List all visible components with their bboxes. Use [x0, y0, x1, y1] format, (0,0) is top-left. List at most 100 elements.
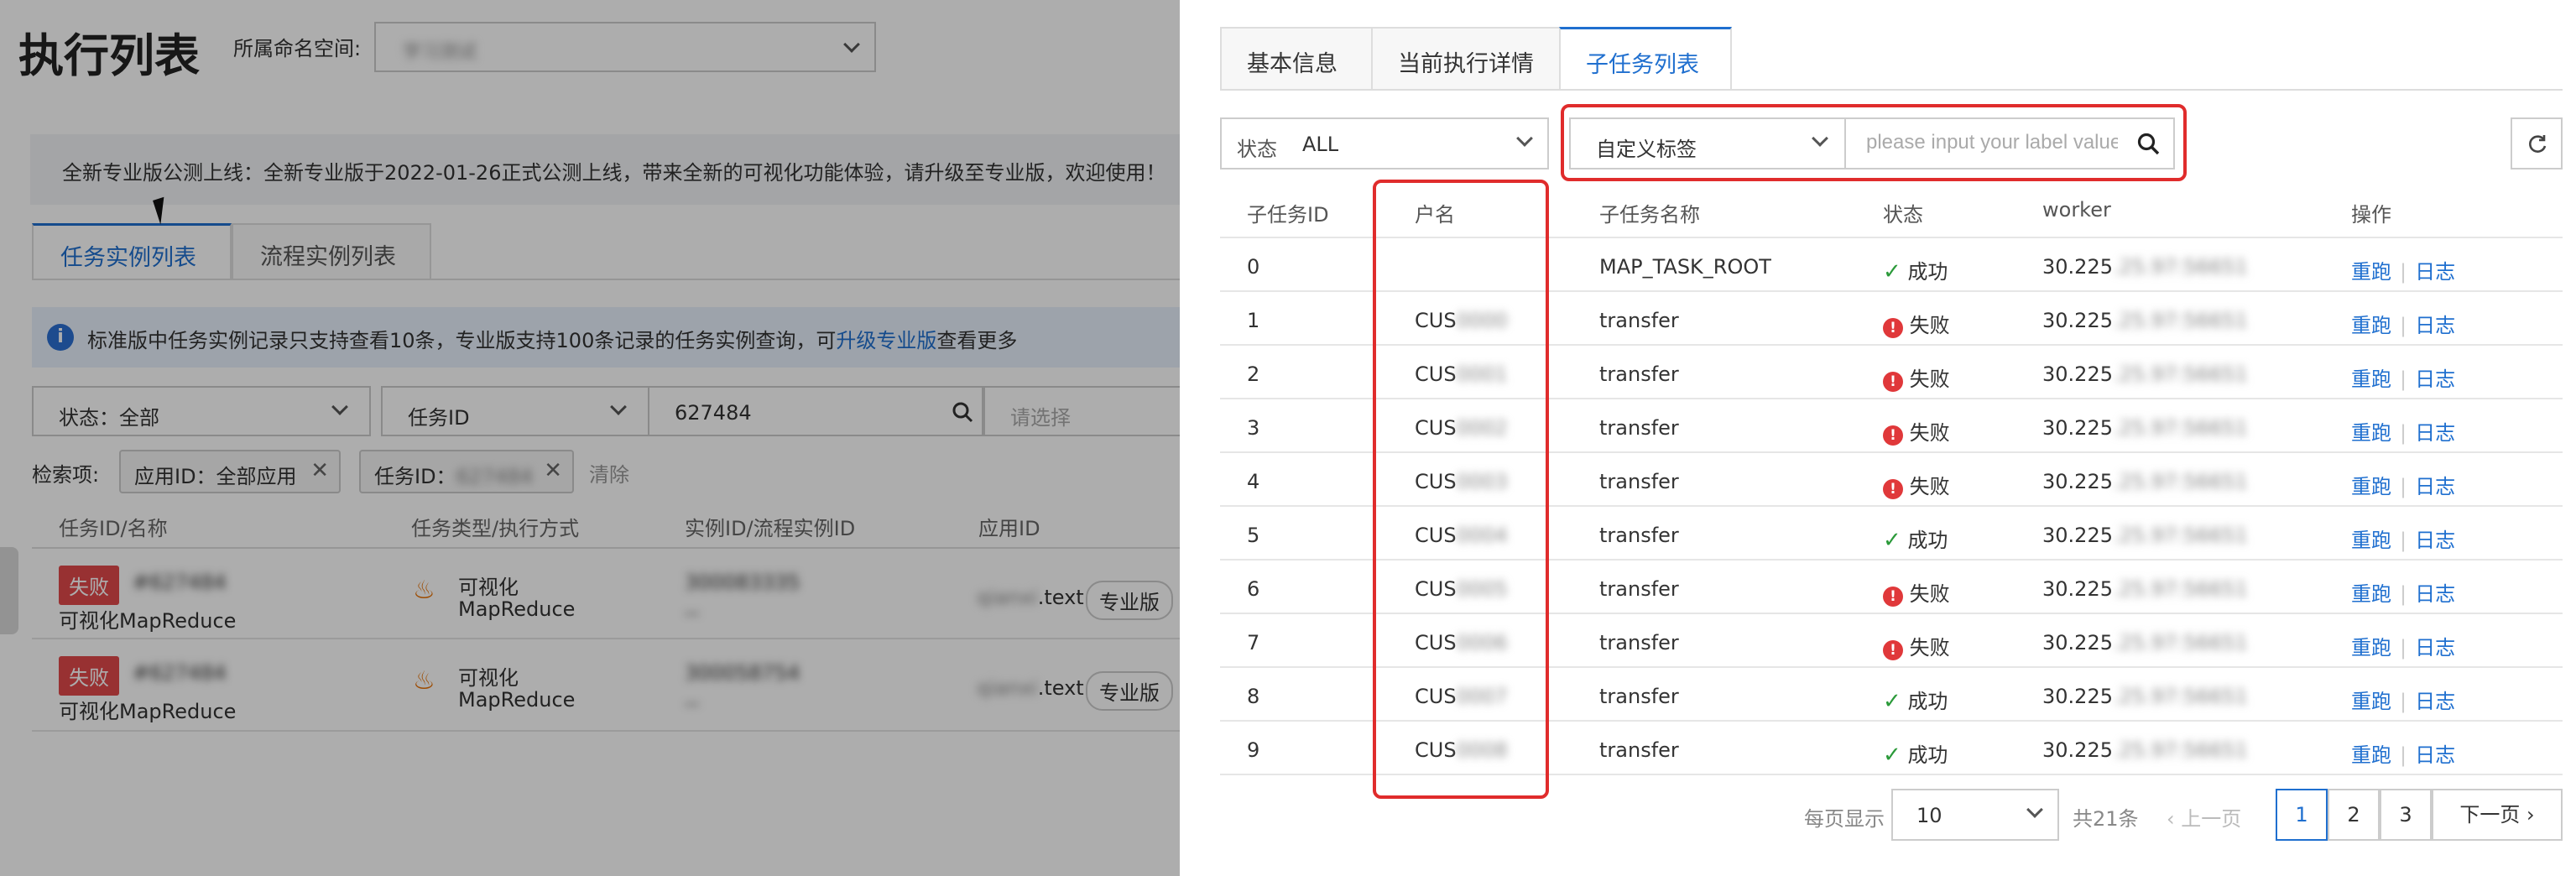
actions-cell: 重跑 | 日志 [2351, 738, 2455, 768]
username-masked: 0001 [1456, 362, 1508, 386]
worker-masked: .25.97:56651 [2112, 309, 2248, 332]
rerun-link[interactable]: 重跑 [2351, 743, 2391, 767]
log-link[interactable]: 日志 [2415, 421, 2455, 445]
select-filter[interactable]: 请选择 [983, 386, 1180, 436]
worker-prefix: 30.225 [2042, 685, 2113, 708]
worker: 30.225.25.97:56651 [2042, 631, 2248, 654]
task-id[interactable]: #627484 [133, 571, 227, 594]
chevron-down-icon [843, 36, 860, 53]
label-value-input[interactable] [1844, 117, 2175, 169]
rerun-link[interactable]: 重跑 [2351, 260, 2391, 284]
error-icon: ! [1883, 318, 1903, 338]
tab-flow-instances[interactable]: 流程实例列表 [232, 223, 431, 280]
username-masked: 0002 [1456, 416, 1508, 440]
actions-cell: 重跑 | 日志 [2351, 416, 2455, 446]
status-filter[interactable]: 状态：全部 [32, 386, 371, 436]
flow-instance-id: -- [685, 601, 700, 624]
username-prefix: CUS [1415, 309, 1457, 332]
subtask-name: transfer [1599, 362, 1679, 386]
subtask-name: transfer [1599, 524, 1679, 547]
close-icon[interactable]: ✕ [310, 458, 329, 483]
worker-masked: .25.97:56651 [2112, 738, 2248, 762]
username-prefix: CUS [1415, 738, 1457, 762]
table-row: 2 CUS0001 transfer! 失败 30.225.25.97:56651 重跑… [1220, 346, 2563, 399]
prev-page-button[interactable]: ‹ 上一页 [2167, 802, 2241, 832]
worker-prefix: 30.225 [2042, 631, 2113, 654]
username-prefix: CUS [1415, 685, 1457, 708]
status-filter-value: 状态：全部 [59, 406, 159, 430]
status-text: 成功 [1907, 260, 1948, 284]
rerun-link[interactable]: 重跑 [2351, 368, 2391, 391]
rerun-link[interactable]: 重跑 [2351, 314, 2391, 337]
instance-id[interactable]: 300083335 [685, 571, 800, 594]
rerun-link[interactable]: 重跑 [2351, 582, 2391, 606]
error-icon: ! [1883, 425, 1903, 446]
log-link[interactable]: 日志 [2415, 636, 2455, 660]
status-text: 失败 [1909, 582, 1950, 606]
clear-filters-link[interactable]: 清除 [589, 458, 629, 488]
app-id-suffix: .text [1037, 676, 1084, 700]
task-id[interactable]: #627484 [133, 661, 227, 685]
instance-id[interactable]: 300058754 [685, 661, 800, 685]
next-page-label: 下一页 [2459, 803, 2521, 826]
label-value-field[interactable] [1866, 131, 2118, 154]
search-icon[interactable] [2136, 132, 2160, 155]
rerun-link[interactable]: 重跑 [2351, 636, 2391, 660]
username-masked: 0003 [1456, 470, 1508, 493]
task-field-select[interactable]: 任务ID [381, 386, 649, 436]
tab-task-instances[interactable]: 任务实例列表 [32, 223, 232, 280]
table-row: 9 CUS0008 transfer ✓ 成功 30.225.25.97:56651 重跑… [1220, 722, 2563, 775]
log-link[interactable]: 日志 [2415, 368, 2455, 391]
close-icon[interactable]: ✕ [544, 458, 562, 483]
log-link[interactable]: 日志 [2415, 529, 2455, 552]
check-icon: ✓ [1883, 259, 1901, 284]
namespace-label: 所属命名空间: [233, 37, 362, 60]
rerun-link[interactable]: 重跑 [2351, 529, 2391, 552]
username-masked: 0007 [1456, 685, 1508, 708]
worker-prefix: 30.225 [2042, 470, 2113, 493]
rerun-link[interactable]: 重跑 [2351, 421, 2391, 445]
status-badge: 失败 [59, 566, 119, 605]
table-row: 8 CUS0007 transfer ✓ 成功 30.225.25.97:56651 重跑… [1220, 668, 2563, 722]
log-link[interactable]: 日志 [2415, 743, 2455, 767]
subtask-name: transfer [1599, 416, 1679, 440]
log-link[interactable]: 日志 [2415, 475, 2455, 498]
upgrade-link[interactable]: 升级专业版 [836, 329, 936, 352]
tab-current-execution[interactable]: 当前执行详情 [1371, 27, 1561, 91]
task-type: 可视化 [458, 576, 519, 599]
next-page-button[interactable]: 下一页 › [2432, 789, 2563, 841]
rerun-link[interactable]: 重跑 [2351, 690, 2391, 713]
status-cell: ! 失败 [1883, 470, 1950, 499]
rerun-link[interactable]: 重跑 [2351, 475, 2391, 498]
worker: 30.225.25.97:56651 [2042, 524, 2248, 547]
tab-basic-info[interactable]: 基本信息 [1220, 27, 1373, 91]
search-icon[interactable] [952, 401, 973, 423]
status-select[interactable]: 状态 ALL [1220, 117, 1549, 169]
refresh-icon [2529, 135, 2547, 153]
worker: 30.225.25.97:56651 [2042, 416, 2248, 440]
action-separator: | [2400, 582, 2407, 606]
col-header-subtask-id: 子任务ID [1247, 203, 1329, 227]
collapse-handle[interactable] [0, 547, 18, 634]
info-text: 标准版中任务实例记录只支持查看10条，专业版支持100条记录的任务实例查询，可升… [87, 324, 1017, 353]
subtask-name: transfer [1599, 738, 1679, 762]
page-3-button[interactable]: 3 [2380, 789, 2432, 841]
per-page-select[interactable]: 10 [1891, 789, 2059, 841]
overlay-mask[interactable] [0, 0, 1180, 876]
page-1-button[interactable]: 1 [2276, 789, 2328, 841]
namespace-select[interactable]: 学习测试 [374, 22, 876, 72]
status-select-value: ALL [1302, 133, 1339, 156]
info-icon: i [47, 324, 74, 351]
custom-label-select[interactable]: 自定义标签 [1569, 117, 1846, 169]
log-link[interactable]: 日志 [2415, 314, 2455, 337]
task-id-input[interactable]: 627484 [648, 386, 983, 436]
log-link[interactable]: 日志 [2415, 582, 2455, 606]
log-link[interactable]: 日志 [2415, 690, 2455, 713]
app-chip-text: 应用ID：全部应用 [134, 465, 297, 488]
refresh-button[interactable] [2511, 117, 2563, 169]
page-2-button[interactable]: 2 [2328, 789, 2380, 841]
log-link[interactable]: 日志 [2415, 260, 2455, 284]
worker: 30.225.25.97:56651 [2042, 470, 2248, 493]
tab-subtask-list[interactable]: 子任务列表 [1559, 27, 1732, 91]
error-icon: ! [1883, 587, 1903, 607]
